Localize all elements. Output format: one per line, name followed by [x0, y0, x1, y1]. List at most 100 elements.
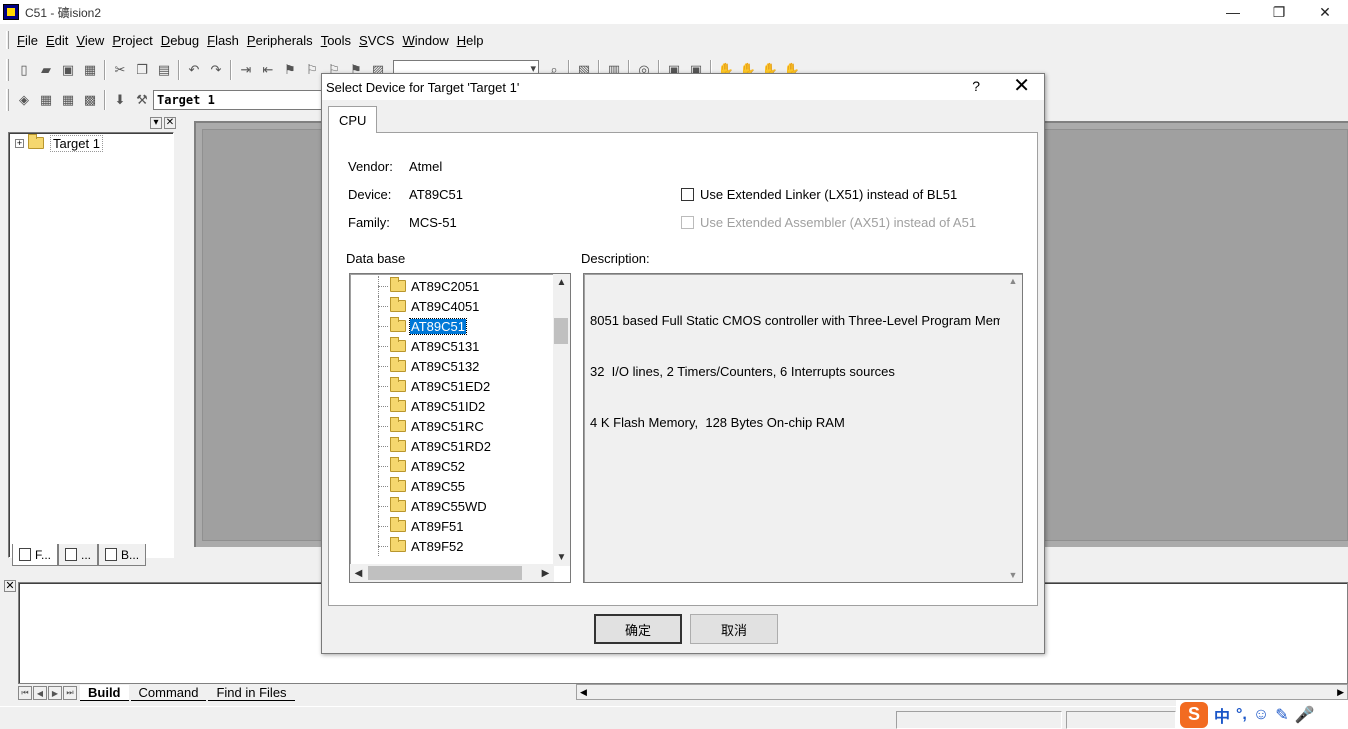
menu-tools[interactable]: Tools [317, 33, 355, 48]
scroll-down-icon[interactable]: ▼ [553, 549, 570, 566]
menu-edit[interactable]: Edit [42, 33, 72, 48]
device-list-item[interactable]: AT89C55 [350, 476, 546, 496]
output-hscroll[interactable]: ◀ ▶ [576, 684, 1348, 700]
scroll-up-icon[interactable]: ▲ [553, 274, 570, 291]
sogou-logo-icon[interactable]: S [1180, 701, 1208, 728]
bookmark-icon[interactable]: ⚑ [279, 59, 301, 81]
help-button[interactable]: ? [972, 78, 980, 94]
project-tree: + Target 1 [8, 132, 174, 558]
device-list-item[interactable]: AT89F52 [350, 536, 546, 556]
load-icon[interactable]: ⬇ [109, 89, 131, 111]
scroll-right-icon[interactable]: ▶ [1337, 687, 1344, 698]
first-tab-icon[interactable]: ⏮ [18, 686, 32, 700]
device-list-item[interactable]: AT89C55WD [350, 496, 546, 516]
menu-project[interactable]: Project [108, 33, 156, 48]
tab-regs[interactable]: ... [58, 544, 99, 566]
paste-icon[interactable]: ▤ [153, 59, 175, 81]
cancel-button[interactable]: 取消 [690, 614, 778, 644]
ok-button[interactable]: 确定 [594, 614, 682, 644]
tree-node-target[interactable]: + Target 1 [9, 133, 173, 153]
undo-icon[interactable]: ↶ [183, 59, 205, 81]
dialog-close-button[interactable]: ✕ [1013, 75, 1030, 97]
rebuild-icon[interactable]: ▦ [57, 89, 79, 111]
tab-files[interactable]: F... [12, 544, 59, 566]
extended-linker-option[interactable]: Use Extended Linker (LX51) instead of BL… [681, 187, 957, 202]
expand-icon[interactable]: + [15, 138, 24, 148]
device-list-vscroll[interactable]: ▲ ▼ [553, 274, 570, 566]
emoji-icon[interactable]: ☺ [1253, 706, 1269, 724]
microphone-icon[interactable]: 🎤 [1295, 705, 1315, 725]
folder-icon [390, 457, 406, 472]
new-file-icon[interactable]: ▯ [13, 59, 35, 81]
description-vscroll[interactable]: ▲ ▼ [1006, 276, 1020, 580]
device-list-item[interactable]: AT89C51RC [350, 416, 546, 436]
stop-build-icon[interactable]: ▩ [79, 89, 101, 111]
device-list-item[interactable]: AT89C5131 [350, 336, 546, 356]
next-tab-icon[interactable]: ▶ [48, 686, 62, 700]
close-window-button[interactable]: ✕ [1302, 0, 1348, 24]
device-list-item[interactable]: AT89C51ED2 [350, 376, 546, 396]
tab-regs-label: ... [81, 547, 92, 562]
scroll-left-icon[interactable]: ◀ [580, 687, 587, 698]
tab-cpu[interactable]: CPU [328, 106, 378, 133]
tab-build[interactable]: Build [80, 685, 129, 701]
tab-command[interactable]: Command [130, 685, 207, 701]
menu-help[interactable]: Help [453, 33, 488, 48]
save-icon[interactable]: ▣ [57, 59, 79, 81]
scroll-right-icon[interactable]: ▶ [537, 568, 554, 579]
menu-peripherals[interactable]: Peripherals [243, 33, 317, 48]
build-icon[interactable]: ▦ [35, 89, 57, 111]
device-list-item[interactable]: AT89C4051 [350, 296, 546, 316]
device-database-tree[interactable]: AT89C2051 AT89C4051 AT89C51 AT89C5131 AT89C5… [349, 273, 571, 583]
cut-icon[interactable]: ✂ [109, 59, 131, 81]
indent-icon[interactable]: ⇥ [235, 59, 257, 81]
device-name: AT89F51 [411, 518, 464, 534]
scroll-down-icon[interactable]: ▼ [1009, 570, 1018, 580]
description-box[interactable]: 8051 based Full Static CMOS controller w… [583, 273, 1023, 583]
device-list-item[interactable]: AT89C51ID2 [350, 396, 546, 416]
device-list-item[interactable]: AT89C2051 [350, 276, 546, 296]
tab-find-in-files[interactable]: Find in Files [208, 685, 295, 701]
translate-icon[interactable]: ◈ [13, 89, 35, 111]
scroll-thumb[interactable] [368, 566, 522, 580]
save-all-icon[interactable]: ▦ [79, 59, 101, 81]
device-list-hscroll[interactable]: ◀ ▶ [350, 564, 554, 582]
scroll-up-icon[interactable]: ▲ [1009, 276, 1018, 286]
bookmark-next-icon[interactable]: ⚐ [301, 59, 323, 81]
scroll-thumb[interactable] [554, 318, 568, 344]
ime-chinese-mode[interactable]: 中 [1214, 703, 1230, 727]
pane-close-icon[interactable]: ✕ [164, 117, 176, 129]
extended-assembler-label: Use Extended Assembler (AX51) instead of… [700, 215, 977, 230]
device-list-item[interactable]: AT89C52 [350, 456, 546, 476]
device-list-item[interactable]: AT89C51 [350, 316, 546, 336]
tab-books[interactable]: B... [98, 544, 147, 566]
redo-icon[interactable]: ↷ [205, 59, 227, 81]
device-list-item[interactable]: AT89C5132 [350, 356, 546, 376]
extended-linker-checkbox[interactable] [681, 188, 694, 201]
output-close-icon[interactable]: ✕ [4, 580, 16, 592]
copy-icon[interactable]: ❐ [131, 59, 153, 81]
menu-file[interactable]: File [13, 33, 42, 48]
menu-debug[interactable]: Debug [157, 33, 203, 48]
scroll-left-icon[interactable]: ◀ [350, 568, 367, 579]
device-list-item[interactable]: AT89C51RD2 [350, 436, 546, 456]
menu-window[interactable]: Window [398, 33, 452, 48]
pen-icon[interactable]: ✎ [1275, 705, 1288, 725]
restore-button[interactable]: ❐ [1256, 0, 1302, 24]
pane-menu-icon[interactable]: ▾ [150, 117, 162, 129]
ime-punctuation[interactable]: °, [1236, 706, 1247, 724]
open-folder-icon[interactable]: ▰ [35, 59, 57, 81]
last-tab-icon[interactable]: ⏭ [63, 686, 77, 700]
tree-label[interactable]: Target 1 [50, 134, 103, 152]
unindent-icon[interactable]: ⇤ [257, 59, 279, 81]
menu-svcs[interactable]: SVCS [355, 33, 398, 48]
menu-view[interactable]: View [72, 33, 108, 48]
device-list-item[interactable]: AT89F51 [350, 516, 546, 536]
target-options-icon[interactable]: ⚒ [131, 89, 153, 111]
extended-assembler-option: Use Extended Assembler (AX51) instead of… [681, 215, 976, 230]
device-name: AT89C55WD [411, 498, 487, 514]
prev-tab-icon[interactable]: ◀ [33, 686, 47, 700]
minimize-button[interactable]: — [1210, 0, 1256, 24]
menu-flash[interactable]: Flash [203, 33, 243, 48]
target-select[interactable]: Target 1 [153, 90, 323, 110]
